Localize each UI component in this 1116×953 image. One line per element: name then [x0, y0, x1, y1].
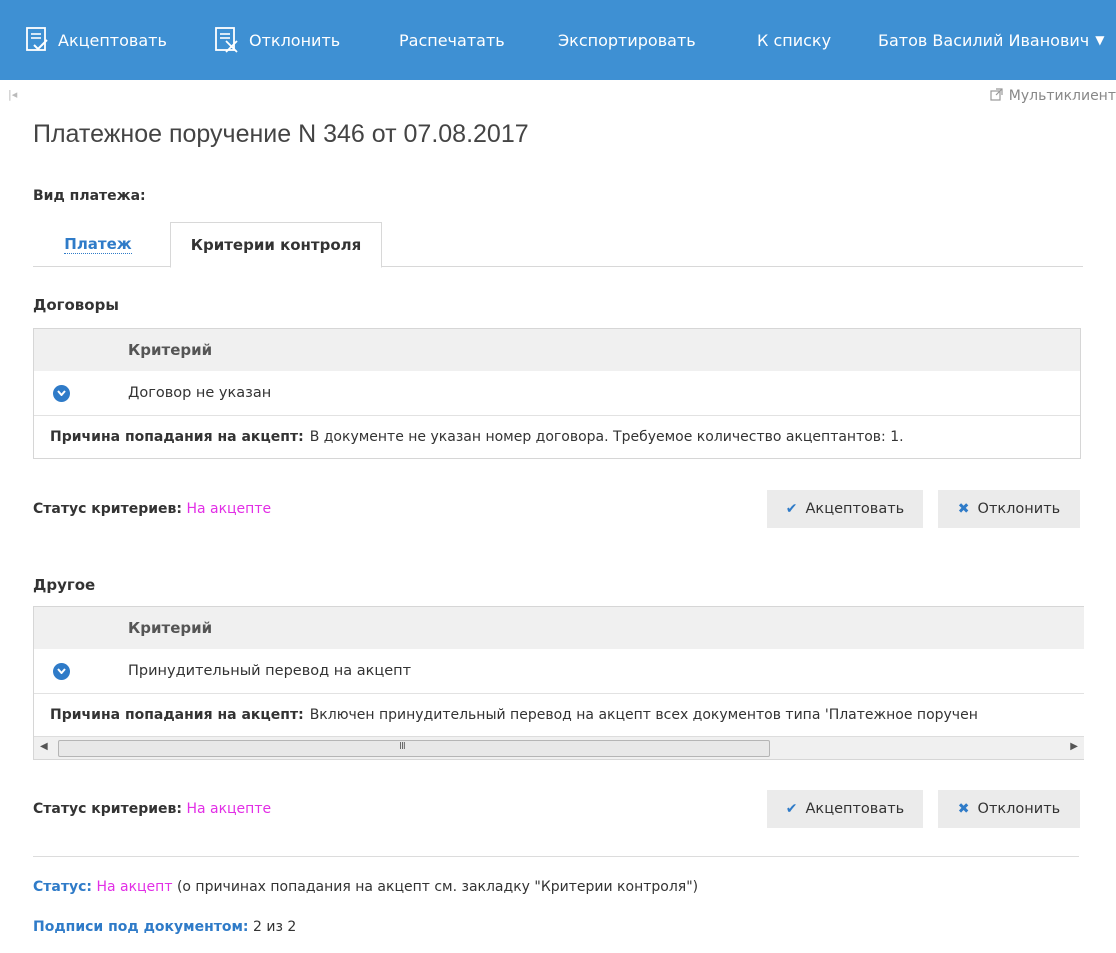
criteria-status-value: На акцепте: [186, 801, 272, 817]
scroll-right-icon[interactable]: ▶: [1070, 741, 1078, 752]
print-toolbar-label: Распечатать: [399, 30, 505, 50]
print-toolbar-button[interactable]: Распечатать: [399, 0, 505, 80]
close-icon: ✖: [957, 801, 970, 817]
export-toolbar-button[interactable]: Экспортировать: [558, 0, 696, 80]
reason-row: Причина попадания на акцепт: В документе…: [34, 416, 1080, 458]
tab-control-criteria[interactable]: Критерии контроля: [170, 222, 382, 268]
section-title-contracts: Договоры: [33, 296, 119, 314]
external-link-icon: [990, 88, 1003, 104]
accept-button[interactable]: ✔ Акцептовать: [767, 490, 923, 528]
reject-toolbar-button[interactable]: Отклонить: [215, 0, 340, 80]
reject-button[interactable]: ✖ Отклонить: [938, 490, 1080, 528]
tab-payment[interactable]: Платеж: [33, 222, 163, 266]
reason-label: Причина попадания на акцепт:: [50, 707, 304, 723]
criteria-table-contracts: Критерий Договор не указан Причина попад…: [33, 328, 1081, 459]
scroll-left-icon[interactable]: ◀: [40, 741, 48, 752]
payment-type-label: Вид платежа:: [33, 188, 146, 204]
accept-toolbar-label: Акцептовать: [58, 30, 167, 50]
page-title: Платежное поручение N 346 от 07.08.2017: [33, 120, 529, 148]
reason-text: Включен принудительный перевод на акцепт…: [309, 707, 978, 723]
tab-control-criteria-label: Критерии контроля: [190, 236, 362, 254]
criteria-table-other: Критерий Принудительный перевод на акцеп…: [33, 606, 1084, 760]
reject-toolbar-label: Отклонить: [249, 30, 341, 50]
document-status-note: (о причинах попадания на акцепт см. закл…: [176, 879, 699, 895]
chevron-down-icon: ▼: [1095, 33, 1105, 47]
user-menu[interactable]: Батов Василий Иванович ▼: [878, 0, 1104, 80]
accept-button[interactable]: ✔ Акцептовать: [767, 790, 923, 828]
criteria-status-label: Статус критериев:: [33, 801, 182, 817]
accept-document-icon: [26, 27, 48, 53]
criterion-name: Договор не указан: [128, 385, 272, 401]
multiclient-link[interactable]: Мультиклиент: [990, 88, 1116, 104]
criteria-status: Статус критериев: На акцепте: [33, 801, 271, 817]
table-row: Договор не указан: [34, 371, 1080, 416]
user-name: Батов Василий Иванович: [878, 30, 1090, 50]
document-status-label[interactable]: Статус:: [33, 879, 92, 895]
criteria-status: Статус критериев: На акцепте: [33, 501, 271, 517]
accept-button-label: Акцептовать: [805, 801, 905, 817]
accept-button-label: Акцептовать: [805, 501, 905, 517]
signatures-label[interactable]: Подписи под документом:: [33, 919, 249, 935]
reject-button-label: Отклонить: [977, 501, 1061, 517]
document-signatures: Подписи под документом: 2 из 2: [33, 919, 296, 935]
reason-text: В документе не указан номер договора. Тр…: [309, 429, 904, 445]
document-status-value: На акцепт: [96, 879, 173, 895]
to-list-toolbar-button[interactable]: К списку: [757, 0, 831, 80]
collapse-panel-icon[interactable]: |◂: [8, 88, 17, 101]
reason-row: Причина попадания на акцепт: Включен при…: [34, 694, 1084, 736]
divider: [33, 856, 1079, 857]
accept-toolbar-button[interactable]: Акцептовать: [26, 0, 167, 80]
to-list-toolbar-label: К списку: [757, 30, 832, 50]
expand-row-icon[interactable]: [53, 384, 70, 402]
document-status: Статус: На акцепт (о причинах попадания …: [33, 879, 698, 895]
check-icon: ✔: [785, 501, 798, 517]
grip-icon: III: [399, 741, 406, 752]
multiclient-label: Мультиклиент: [1008, 88, 1116, 104]
horizontal-scrollbar[interactable]: ◀ III ▶: [34, 736, 1084, 759]
signatures-value: 2 из 2: [252, 919, 297, 935]
reject-button[interactable]: ✖ Отклонить: [938, 790, 1080, 828]
tab-bar: Платеж Критерии контроля: [33, 222, 1083, 268]
column-header-criterion: Критерий: [128, 341, 213, 359]
table-header: Критерий: [34, 329, 1080, 371]
section-title-other: Другое: [33, 576, 96, 594]
tab-payment-label: Платеж: [64, 234, 132, 254]
reject-button-label: Отклонить: [977, 801, 1061, 817]
top-toolbar: Акцептовать Отклонить Распечатать Экспор…: [0, 0, 1116, 80]
criteria-status-value: На акцепте: [186, 501, 272, 517]
reject-document-icon: [215, 27, 239, 53]
scrollbar-thumb[interactable]: III: [58, 740, 770, 757]
table-header: Критерий: [34, 607, 1084, 649]
column-header-criterion: Критерий: [128, 619, 213, 637]
expand-row-icon[interactable]: [53, 662, 70, 680]
close-icon: ✖: [957, 501, 970, 517]
criteria-status-label: Статус критериев:: [33, 501, 182, 517]
check-icon: ✔: [785, 801, 798, 817]
table-row: Принудительный перевод на акцепт: [34, 649, 1084, 694]
reason-label: Причина попадания на акцепт:: [50, 429, 304, 445]
criterion-name: Принудительный перевод на акцепт: [128, 663, 412, 679]
export-toolbar-label: Экспортировать: [558, 30, 696, 50]
